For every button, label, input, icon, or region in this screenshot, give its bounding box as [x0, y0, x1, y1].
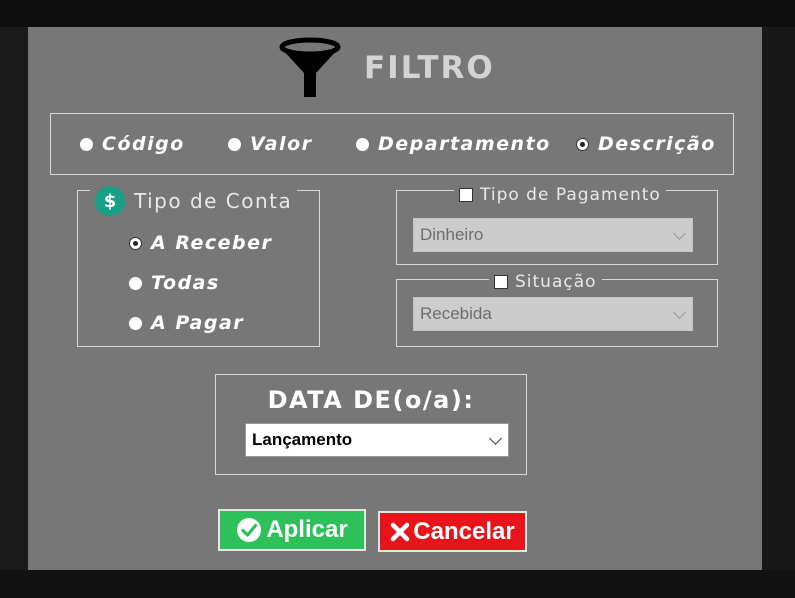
background-shape — [0, 0, 795, 27]
radio-button[interactable] — [129, 276, 142, 290]
tipo-pagamento-label: Tipo de Pagamento — [480, 185, 661, 205]
svg-text:$: $ — [104, 191, 117, 212]
radio-a-receber[interactable]: A Receber — [129, 232, 272, 254]
situacao-value: Recebida — [420, 304, 492, 323]
radio-label: A Pagar — [151, 312, 245, 334]
radio-departamento[interactable]: Departamento — [356, 133, 551, 155]
radio-a-pagar[interactable]: A Pagar — [129, 312, 244, 334]
radio-button[interactable] — [576, 137, 589, 151]
check-circle-icon — [237, 518, 262, 542]
radio-label: Descrição — [598, 133, 716, 155]
radio-todas[interactable]: Todas — [129, 272, 220, 294]
situacao-label: Situação — [515, 272, 597, 292]
radio-button[interactable] — [129, 236, 142, 250]
dollar-icon: $ — [95, 186, 125, 216]
radio-label: Todas — [151, 272, 220, 294]
cancel-label: Cancelar — [413, 517, 515, 545]
radio-valor[interactable]: Valor — [228, 133, 313, 155]
radio-button[interactable] — [356, 137, 369, 151]
tipo-pagamento-legend[interactable]: Tipo de Pagamento — [454, 184, 666, 206]
tipo-pagamento-checkbox[interactable] — [459, 188, 473, 202]
tipo-conta-legend: $ Tipo de Conta — [90, 184, 298, 218]
apply-button[interactable]: Aplicar — [218, 509, 366, 551]
apply-label: Aplicar — [266, 516, 348, 543]
radio-label: Código — [102, 133, 185, 155]
tipo-pagamento-value: Dinheiro — [420, 225, 484, 244]
tipo-pagamento-select[interactable]: Dinheiro — [413, 218, 693, 252]
situacao-checkbox[interactable] — [494, 275, 508, 289]
background-shape — [0, 27, 28, 598]
situacao-select[interactable]: Recebida — [413, 297, 693, 331]
chevron-down-icon — [489, 432, 502, 445]
radio-label: A Receber — [151, 232, 273, 254]
close-icon — [391, 522, 410, 541]
chevron-down-icon — [673, 227, 686, 240]
radio-button[interactable] — [80, 137, 93, 151]
radio-button[interactable] — [228, 137, 241, 151]
filter-dialog: FILTRO Código Valor Departamento Descriç… — [28, 27, 762, 570]
background-shape — [762, 27, 795, 598]
background-shape — [0, 570, 795, 598]
cancel-button[interactable]: Cancelar — [378, 511, 527, 552]
data-de-select[interactable]: Lançamento — [245, 423, 509, 457]
data-de-value: Lançamento — [252, 430, 353, 449]
dialog-title: FILTRO — [364, 50, 495, 86]
dialog-header: FILTRO — [278, 37, 495, 99]
radio-descricao[interactable]: Descrição — [576, 133, 716, 155]
radio-codigo[interactable]: Código — [80, 133, 185, 155]
funnel-icon — [279, 37, 341, 97]
chevron-down-icon — [673, 306, 686, 319]
radio-label: Departamento — [378, 133, 551, 155]
data-de-label: DATA DE(o/a): — [267, 386, 475, 414]
radio-button[interactable] — [129, 316, 142, 330]
tipo-conta-label: Tipo de Conta — [134, 189, 293, 213]
radio-label: Valor — [250, 133, 313, 155]
situacao-legend[interactable]: Situação — [489, 271, 602, 293]
